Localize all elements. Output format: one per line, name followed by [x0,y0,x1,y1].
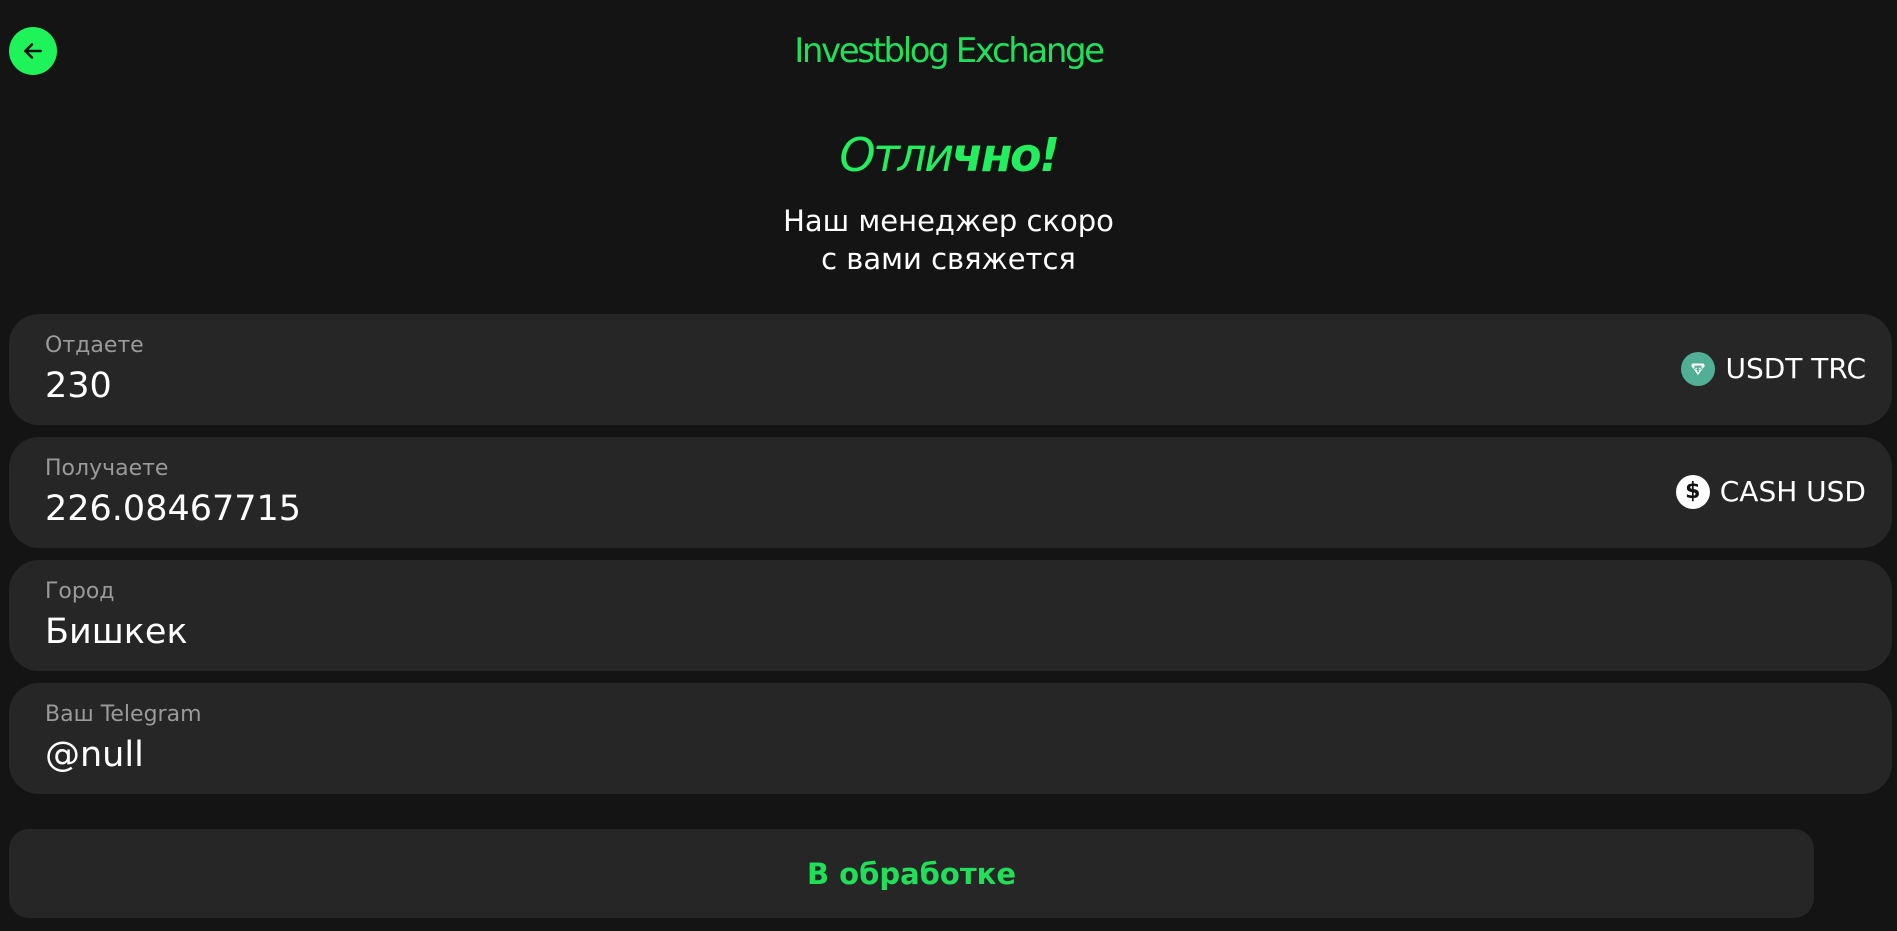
dollar-icon: $ [1675,475,1710,509]
receive-amount-label: Получаете [45,456,169,481]
receive-amount-field: Получаете 226.0846771563 $ CASH USD [9,437,1892,548]
city-value: Бишкек [45,612,188,652]
give-amount-field: Отдаете 230 USDT TRC [9,314,1892,425]
receive-amount-value: 226.0846771563 [45,489,301,529]
city-field: Город Бишкек [9,560,1892,671]
brand-title: Investblog Exchange [794,31,1105,71]
success-subtitle: Наш менеджер скоро с вами свяжется [0,202,1897,278]
give-currency: USDT TRC [1681,350,1866,388]
telegram-label: Ваш Telegram [45,702,202,727]
telegram-field: Ваш Telegram @null [9,683,1892,794]
status-button[interactable]: В обработке [9,829,1814,918]
telegram-value: @null [45,735,144,775]
city-label: Город [45,579,115,604]
subtitle-line-1: Наш менеджер скоро [783,204,1114,238]
receive-currency-name: CASH USD [1719,475,1866,508]
give-amount-value: 230 [45,366,112,406]
receive-currency: $ CASH USD [1675,473,1866,511]
tether-icon [1681,352,1716,386]
give-currency-name: USDT TRC [1725,352,1866,385]
success-headline: Отлично! [0,127,1897,183]
exchange-confirmation-page: Investblog Exchange Отлично! Наш менедже… [0,0,1897,931]
subtitle-line-2: с вами свяжется [821,242,1076,276]
success-headline-bold: чно! [951,128,1060,182]
success-headline-light: Отли [839,128,954,182]
give-amount-label: Отдаете [45,333,144,358]
